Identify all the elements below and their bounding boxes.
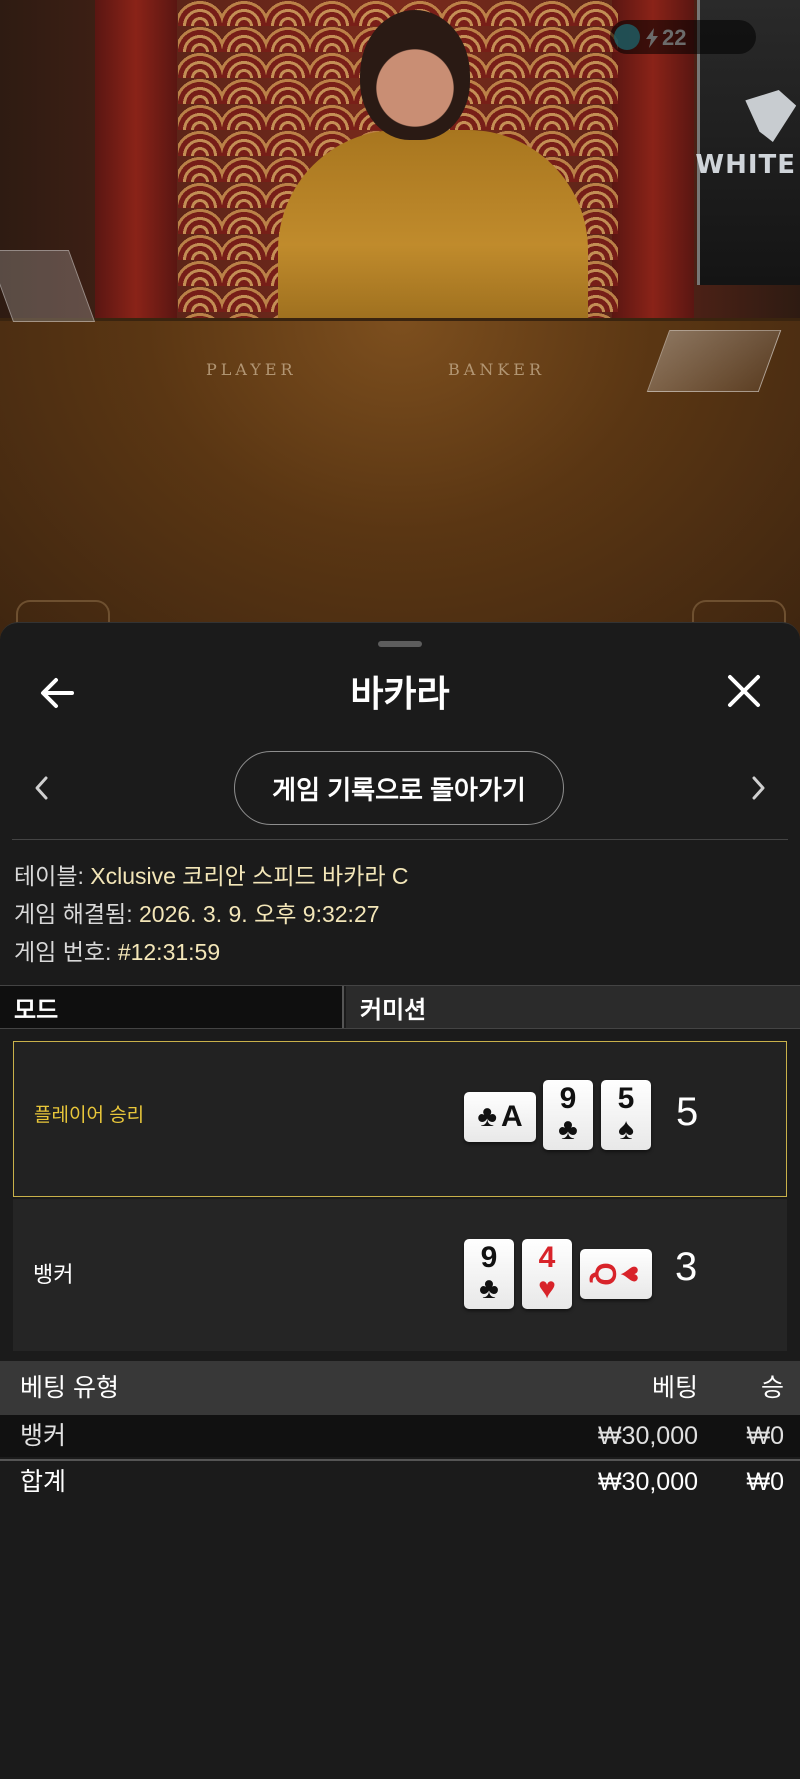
mode-tabs: 모드 커미션 [0,985,800,1029]
counter-value: 22 [662,25,687,50]
banker-score: 3 [675,1245,698,1289]
player-result-label: 플레이어 승리 [34,1105,145,1126]
back-to-history-button[interactable]: 게임 기록으로 돌아가기 [234,751,564,825]
player-card-3: 5 ♠ [601,1080,651,1150]
header-win: 승 [760,1374,784,1402]
header-bet-type: 베팅 유형 [20,1374,119,1402]
player-card-3-rank: 5 [617,1082,635,1115]
total-bet: ₩30,000 [597,1468,698,1496]
info-table-value: Xclusive 코리안 스피드 바카라 C [90,863,409,889]
dealer-head [360,10,470,140]
info-table: 테이블: Xclusive 코리안 스피드 바카라 C [14,857,409,891]
info-resolved-value: 2026. 3. 9. 오후 9:32:27 [138,901,380,927]
table-banker-label: BANKER [448,360,545,379]
player-result-row: 플레이어 승리 ♣ A 9 ♣ 5 ♠ 5 [13,1041,787,1197]
divider [12,839,788,840]
banker-card-1: 9 ♣ [464,1239,514,1309]
banker-card-3-suit: ♥ [613,1265,647,1283]
live-video-feed: WHITE PLAYER BANKER 22 [0,0,800,640]
total-row: 합계 ₩30,000 ₩0 [0,1459,800,1503]
banker-card-1-suit: ♣ [479,1272,499,1305]
bet-row-type: 뱅커 [20,1422,67,1450]
player-card-3-suit: ♠ [618,1113,634,1146]
banker-card-2-rank: 4 [538,1241,556,1274]
bet-row-win: ₩0 [746,1422,785,1450]
player-score: 5 [676,1090,699,1134]
info-table-label: 테이블: [14,863,91,889]
tab-commission[interactable]: 커미션 [346,986,800,1028]
player-card-2-suit: ♣ [558,1113,578,1146]
banker-card-2: 4 ♥ [522,1239,572,1309]
total-label: 합계 [20,1468,67,1496]
info-game-number-value: #12:31:59 [117,939,221,965]
lightning-icon [646,28,658,48]
chevron-left-icon [35,776,48,800]
previous-game-button[interactable] [28,771,56,805]
close-button[interactable] [722,669,766,713]
studio-logo-text: WHITE [695,150,796,180]
banker-card-2-suit: ♥ [538,1272,556,1305]
table-row: 뱅커 ₩30,000 ₩0 [0,1415,800,1457]
total-win: ₩0 [746,1468,785,1496]
counter-indicator [614,24,640,50]
close-icon [728,675,760,707]
next-game-button[interactable] [744,771,772,805]
bets-table-header: 베팅 유형 베팅 승 [0,1361,800,1415]
player-card-2-rank: 9 [559,1082,577,1115]
player-card-2: 9 ♣ [543,1080,593,1150]
card-shoe [646,330,782,392]
bet-row-amount: ₩30,000 [597,1422,698,1450]
player-card-1-rank: A [501,1100,523,1133]
player-card-1: ♣ A [464,1092,536,1142]
info-resolved-label: 게임 해결됨: [14,901,139,927]
banker-card-3: Q ♥ [580,1249,652,1299]
player-card-1-suit: ♣ [477,1100,497,1133]
banker-result-row: 뱅커 9 ♣ 4 ♥ Q ♥ 3 [13,1199,787,1351]
studio-logo-mark [736,90,799,142]
header-bet: 베팅 [651,1374,698,1402]
info-game-number-label: 게임 번호: [14,939,118,965]
table-player-label: PLAYER [206,360,297,379]
banker-card-1-rank: 9 [480,1241,498,1274]
game-detail-sheet: 바카라 게임 기록으로 돌아가기 테이블: Xclusive 코리안 스피드 바… [0,622,800,1779]
round-counter: 22 [610,20,756,54]
tab-mode[interactable]: 모드 [0,986,344,1028]
sheet-drag-handle[interactable] [378,641,422,647]
info-resolved: 게임 해결됨: 2026. 3. 9. 오후 9:32:27 [14,895,380,929]
info-game-number: 게임 번호: #12:31:59 [14,933,220,967]
banker-result-label: 뱅커 [33,1262,74,1287]
page-title: 바카라 [350,673,450,714]
chevron-right-icon [752,776,765,800]
video-pillar-left [95,0,177,330]
